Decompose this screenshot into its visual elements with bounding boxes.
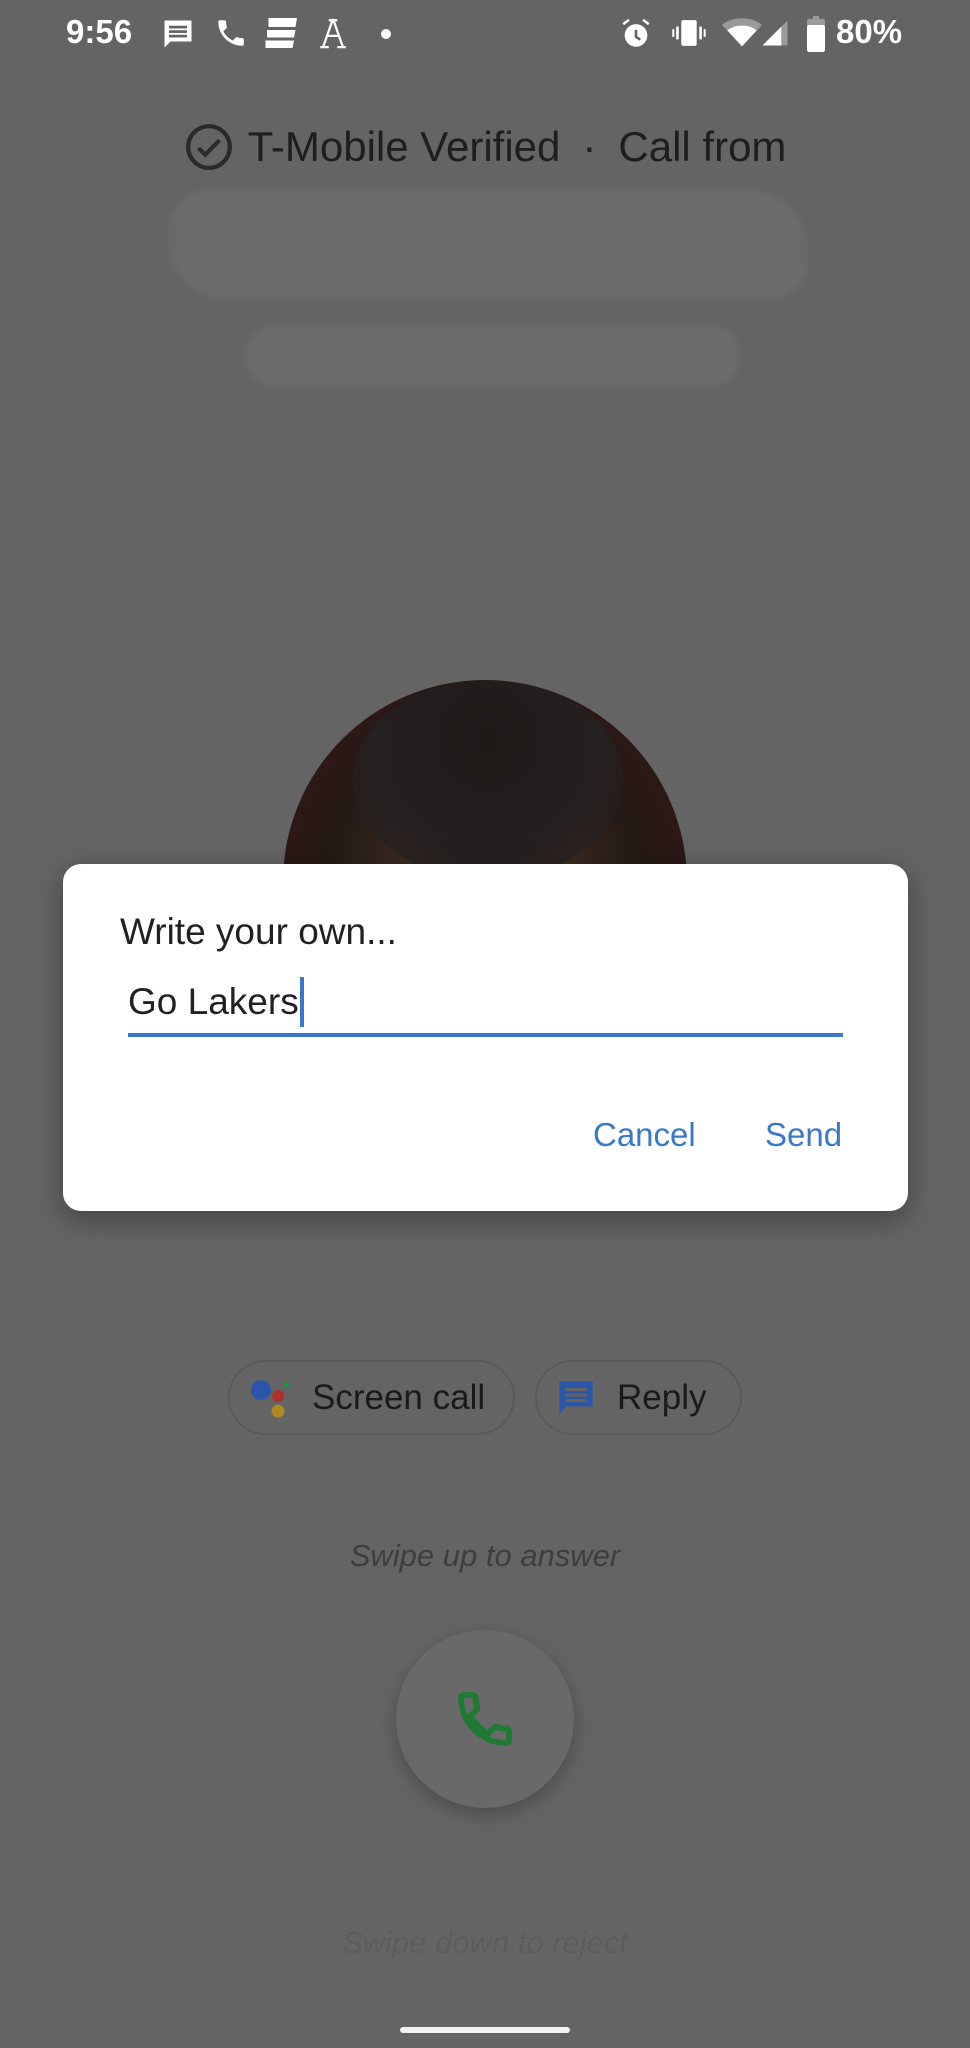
screen-call-button[interactable]: Screen call (228, 1360, 515, 1435)
news-icon (265, 18, 297, 48)
reply-label: Reply (617, 1377, 707, 1417)
reply-button[interactable]: Reply (535, 1360, 742, 1435)
text-cursor (299, 977, 304, 1027)
reply-message-icon (559, 1380, 593, 1415)
messages-icon (164, 20, 192, 48)
battery-percent: 80% (836, 13, 903, 50)
redacted-caller-name (168, 190, 808, 300)
status-time: 9:56 (66, 13, 133, 50)
input-underline (128, 1033, 843, 1037)
verified-check-icon (185, 124, 232, 170)
send-button[interactable]: Send (765, 1116, 842, 1154)
swipe-up-hint: Swipe up to answer (349, 1538, 621, 1573)
message-input-value: Go Lakers (128, 981, 299, 1022)
vibrate-icon (672, 20, 706, 46)
verified-label: T-Mobile Verified (247, 123, 561, 170)
wifi-icon (722, 18, 762, 47)
more-dot-icon (381, 29, 391, 39)
caller-header: T-Mobile Verified · Call from (0, 122, 970, 172)
gesture-nav-handle[interactable] (400, 2027, 570, 2033)
dialog-title: Write your own... (120, 911, 397, 952)
message-input[interactable]: Go Lakers (128, 972, 843, 1032)
font-app-icon (320, 18, 346, 49)
cell-signal-icon (762, 20, 788, 46)
redacted-caller-number (245, 325, 740, 387)
google-assistant-icon (251, 1379, 291, 1417)
write-your-own-dialog: Write your own... Go Lakers Cancel Send (63, 864, 908, 1211)
phone-icon (218, 20, 244, 46)
phone-answer-icon (458, 1692, 512, 1746)
header-separator: · (582, 123, 597, 170)
alarm-icon (622, 18, 650, 47)
battery-icon (807, 16, 825, 52)
call-from-label: Call from (618, 123, 787, 170)
swipe-down-hint: Swipe down to reject (341, 1925, 629, 1960)
answer-call-button[interactable] (396, 1630, 574, 1808)
screen-call-label: Screen call (312, 1377, 486, 1417)
status-bar: 9:56 80% (0, 0, 970, 70)
cancel-button[interactable]: Cancel (593, 1116, 696, 1154)
